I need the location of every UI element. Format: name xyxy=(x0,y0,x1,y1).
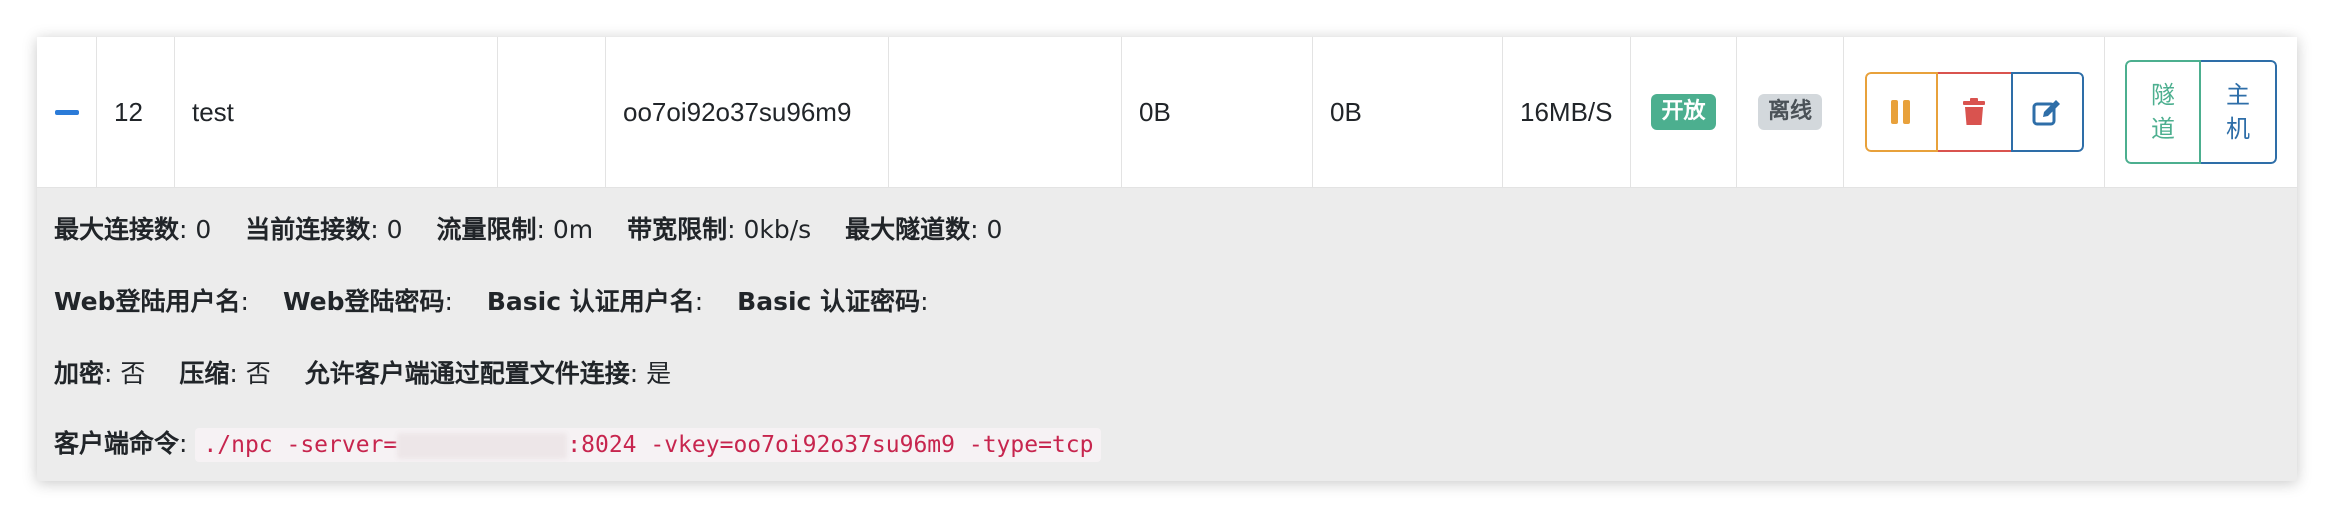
cell-links: 隧 道 主 机 xyxy=(2105,37,2297,187)
basic-user-label: Basic 认证用户名 xyxy=(486,287,695,316)
row-details: 最大连接数: 0 当前连接数: 0 流量限制: 0m 带宽限制: 0kb/s 最… xyxy=(37,188,2297,481)
max-tunnel-value: : 0 xyxy=(970,215,1003,244)
web-pass-value: : xyxy=(444,287,453,316)
cell-remark: test xyxy=(175,37,498,187)
cmd-label: 客户端命令 xyxy=(54,429,180,458)
tunnel-label-2: 道 xyxy=(2151,115,2175,143)
tunnel-button[interactable]: 隧 道 xyxy=(2125,60,2201,164)
config-conn-value: : 是 xyxy=(629,359,672,388)
bw-limit-label: 带宽限制 xyxy=(627,215,728,244)
cell-inflow: 0B xyxy=(1122,37,1313,187)
web-pass-label: Web登陆密码 xyxy=(282,287,445,316)
flow-limit-label: 流量限制 xyxy=(436,215,537,244)
cell-username xyxy=(498,37,606,187)
basic-pass-value: : xyxy=(920,287,929,316)
compress-value: : 否 xyxy=(229,359,271,388)
pause-button[interactable] xyxy=(1864,72,1938,152)
cell-vkey: oo7oi92o37su96m9 xyxy=(606,37,889,187)
max-conn-label: 最大连接数 xyxy=(54,215,180,244)
cell-id: 12 xyxy=(97,37,175,187)
cmd-prefix: ./npc -server= xyxy=(203,432,398,458)
host-button[interactable]: 主 机 xyxy=(2201,60,2277,164)
trash-icon xyxy=(1963,98,1985,125)
action-button-group xyxy=(1864,72,2084,152)
compress-label: 压缩 xyxy=(179,359,230,388)
config-conn-label: 允许客户端通过配置文件连接 xyxy=(304,359,630,388)
cmd-colon: : xyxy=(179,429,188,458)
connection-badge: 离线 xyxy=(1757,94,1822,130)
collapse-toggle[interactable] xyxy=(37,37,97,187)
flow-limit-value: : 0m xyxy=(536,215,594,244)
cell-rate: 16MB/S xyxy=(1503,37,1631,187)
redacted-server-address xyxy=(397,432,568,459)
cur-conn-value: : 0 xyxy=(370,215,403,244)
encrypt-label: 加密 xyxy=(54,359,105,388)
pause-icon xyxy=(1891,100,1910,124)
table-row: 12 test oo7oi92o37su96m9 0B 0B 16MB/S 开放… xyxy=(37,37,2297,188)
details-line-options: 加密: 否 压缩: 否 允许客户端通过配置文件连接: 是 xyxy=(54,354,671,390)
edit-icon xyxy=(2032,100,2060,126)
delete-button[interactable] xyxy=(1937,72,2011,152)
details-line-limits: 最大连接数: 0 当前连接数: 0 流量限制: 0m 带宽限制: 0kb/s 最… xyxy=(54,210,1002,246)
details-line-command: 客户端命令: ./npc -server= :8024 -vkey=oo7oi92… xyxy=(54,424,1102,462)
encrypt-value: : 否 xyxy=(104,359,146,388)
cell-status: 开放 xyxy=(1631,37,1737,187)
cell-connection: 离线 xyxy=(1737,37,1844,187)
tunnel-label-1: 隧 xyxy=(2151,81,2175,109)
web-user-label: Web登陆用户名 xyxy=(54,287,241,316)
client-list-panel: 12 test oo7oi92o37su96m9 0B 0B 16MB/S 开放… xyxy=(37,37,2297,481)
host-label-2: 机 xyxy=(2226,115,2250,143)
status-badge: 开放 xyxy=(1651,94,1716,130)
cell-outflow: 0B xyxy=(1313,37,1503,187)
link-button-group: 隧 道 主 机 xyxy=(2125,60,2277,164)
cell-address xyxy=(889,37,1122,187)
bw-limit-value: : 0kb/s xyxy=(727,215,812,244)
cell-actions xyxy=(1844,37,2105,187)
client-command[interactable]: ./npc -server= :8024 -vkey=oo7oi92o37su96… xyxy=(195,428,1102,462)
basic-user-value: : xyxy=(694,287,704,316)
cmd-suffix: :8024 -vkey=oo7oi92o37su96m9 -type=tcp xyxy=(567,432,1094,458)
max-tunnel-label: 最大隧道数 xyxy=(845,215,971,244)
details-line-auth: Web登陆用户名: Web登陆密码: Basic 认证用户名: Basic 认证… xyxy=(54,282,929,318)
basic-pass-label: Basic 认证密码 xyxy=(737,287,921,316)
max-conn-value: : 0 xyxy=(179,215,212,244)
cur-conn-label: 当前连接数 xyxy=(245,215,371,244)
edit-button[interactable] xyxy=(2010,72,2084,152)
collapse-icon xyxy=(54,109,79,115)
web-user-value: : xyxy=(240,287,249,316)
host-label-1: 主 xyxy=(2226,81,2250,109)
